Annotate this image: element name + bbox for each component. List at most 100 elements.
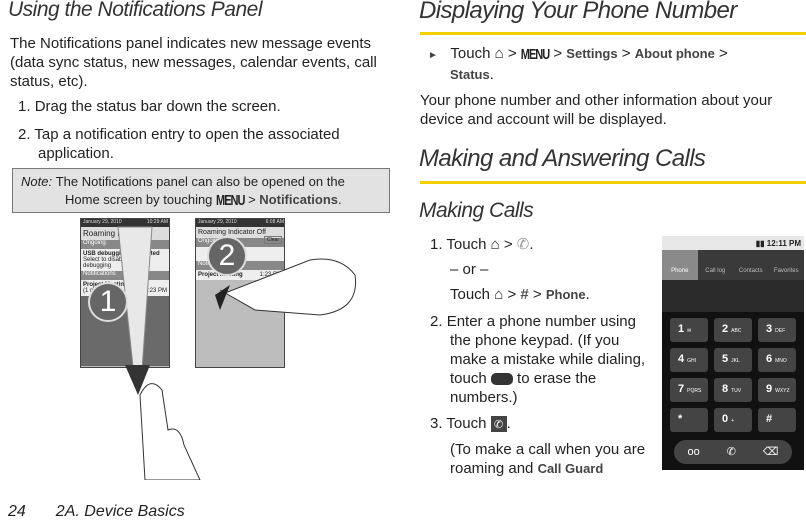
hand-icon [139,383,201,480]
status-label: Status [450,67,490,82]
notifications-label: Notifications [259,192,339,207]
key-digit: 9 [766,383,773,395]
menu-key-icon: MENU [216,193,245,209]
home-icon: ⌂ [494,45,504,62]
separator: > [503,236,513,253]
call-guard-label: Call Guard [537,461,604,476]
step-number: 2. [430,313,443,330]
notifications-header: Notifications [81,271,169,280]
separator: > [507,286,517,303]
key-letters: WXYZ [775,388,790,394]
bullet-instruction: ► Touch ⌂ > MENU > Settings > About phon… [428,45,728,83]
key-letters: TUV [731,388,742,394]
about-phone-label: About phone [634,46,715,61]
panel-title: Roaming Indicator Off [198,229,266,236]
step-number: 2. [18,126,31,143]
tab-favorites[interactable]: Favorites [769,250,805,280]
note-box: Note: The Notifications panel can also b… [12,168,390,213]
key-0[interactable]: 0 + [714,408,752,432]
item-time: 1:23 PM [259,272,282,278]
call-icon[interactable]: ✆ [727,440,736,464]
separator: > [248,192,256,207]
heading-rule [420,32,806,35]
call-button-icon: ✆ [490,416,507,433]
key-digit: 5 [722,353,729,365]
separator: > [553,45,563,62]
callout-2: 2 [207,236,247,276]
step-text: Tap a notification entry to open the ass… [34,126,340,162]
touch-text: Touch [450,286,491,303]
voicemail-icon[interactable]: oo [687,440,699,464]
key-digit: 8 [722,383,729,395]
touch-text: Touch [446,415,487,432]
tab-contacts[interactable]: Contacts [733,250,769,280]
key-4[interactable]: 4 GHI [670,348,708,372]
status-bar: January 29, 2010 10:29 AM [81,219,169,227]
key-letters: JKL [731,358,740,364]
bullet-arrow-icon: ► [428,50,438,61]
heading-rule [420,181,806,184]
touch-text: Touch [450,45,491,62]
subheading-making-calls: Making Calls [419,199,534,222]
phone-app-icon: ✆ [516,236,530,253]
key-2[interactable]: 2 ABC [714,318,752,342]
key-6[interactable]: 6 MNO [758,348,796,372]
phone-number-paragraph: Your phone number and other information … [420,92,773,128]
key-digit: 2 [722,323,729,335]
clear-button[interactable]: Clear [264,236,282,244]
touch-text: Touch [446,236,487,253]
time: 6:08 AM [265,219,284,225]
backspace-icon[interactable]: ⌫ [763,440,779,464]
key-letters: GHI [687,358,697,364]
step-1: 1. Drag the status bar down the screen. [18,97,281,116]
key-letters: MNO [775,358,787,364]
note-label: Note: [21,174,53,189]
key-#[interactable]: # [758,408,796,432]
ongoing-header: Ongoing [81,240,169,249]
key-digit: 4 [678,353,685,365]
section-heading: Using the Notifications Panel [8,0,262,21]
key-digit: 0 [722,413,729,425]
separator: > [621,45,631,62]
footer: 24 2A. Device Basics [8,503,185,521]
home-icon: ⌂ [490,236,500,253]
key-letters: DEF [775,328,786,334]
callout-1: 1 [88,282,128,322]
section-name: 2A. Device Basics [55,503,185,520]
period: . [506,415,511,432]
key-letters: ABC [731,328,742,334]
key-5[interactable]: 5 JKL [714,348,752,372]
key-8[interactable]: 8 TUV [714,378,752,402]
key-digit: 6 [766,353,773,365]
key-digit: 7 [678,383,685,395]
panel-title: Roaming Indic [81,227,169,240]
step-number: 3. [430,415,443,432]
date: January 29, 2010 [198,219,237,225]
settings-label: Settings [566,46,618,61]
key-7[interactable]: 7 PQRS [670,378,708,402]
step-2: 2. Tap a notification entry to open the … [18,125,378,163]
separator: > [719,45,728,62]
backspace-icon [490,373,513,386]
menu-key-icon: MENU [520,47,550,63]
status-bar: ▮▮ 12:11 PM [662,236,804,250]
key-9[interactable]: 9 WXYZ [758,378,796,402]
heading-calls: Making and Answering Calls [419,145,706,172]
all-apps-icon: # [520,286,529,303]
tab-phone[interactable]: Phone [662,250,698,280]
note-text: Home screen by touching [65,192,213,207]
note-text: The Notifications panel can also be open… [55,174,345,189]
tab-call-log[interactable]: Call log [698,250,734,280]
step-text: Drag the status bar down the screen. [34,98,281,115]
key-digit: * [678,413,683,425]
key-3[interactable]: 3 DEF [758,318,796,342]
step-1: 1. Touch ⌂ > ✆. – or – Touch ⌂ > # > Pho… [430,235,660,304]
number-display [662,280,804,312]
usb-sub: Select to disable USB debugging [83,257,142,269]
keypad: 1 ✉ 2 ABC 3 DEF 4 GHI 5 JKL 6 MNO 7 PQRS 8 TUV 9 WXYZ * 0 + # [662,312,804,438]
key-*[interactable]: * [670,408,708,432]
or-text: – or – [450,261,489,278]
key-digit: 1 [678,323,685,335]
phone-label: Phone [545,287,586,302]
key-1[interactable]: 1 ✉ [670,318,708,342]
